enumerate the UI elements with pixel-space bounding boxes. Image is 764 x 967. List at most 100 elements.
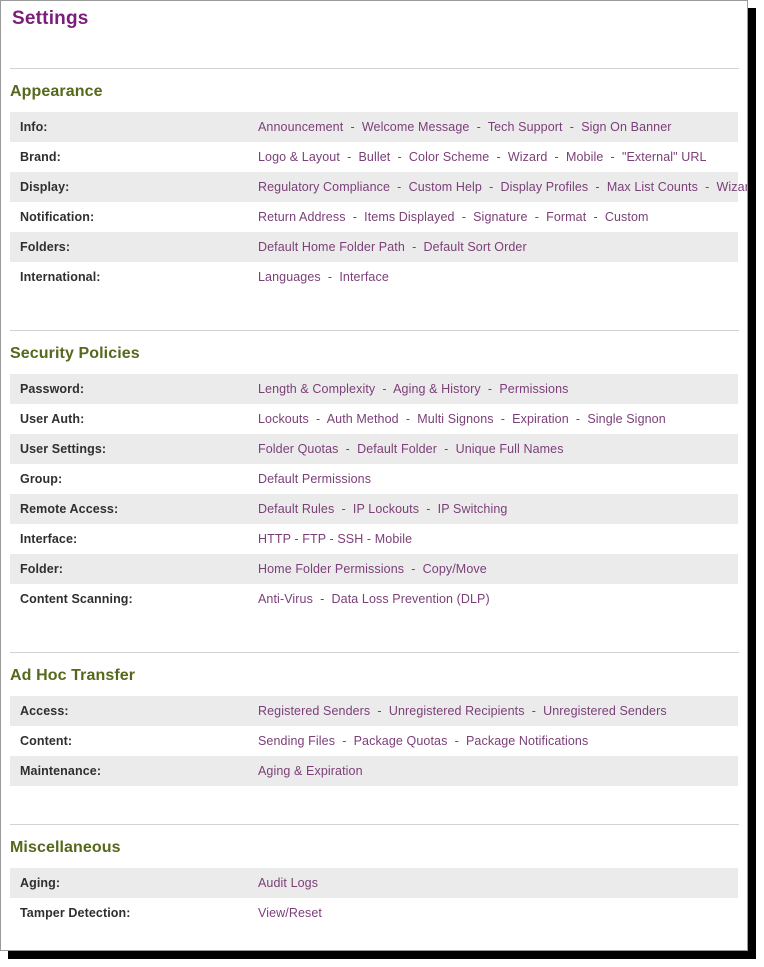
settings-link[interactable]: Sign On Banner (581, 120, 671, 134)
settings-link[interactable]: Signature (473, 210, 527, 224)
settings-link[interactable]: Custom Help (409, 180, 482, 194)
link-separator: - (325, 532, 338, 546)
settings-link[interactable]: Package Notifications (466, 734, 588, 748)
link-separator: - (320, 270, 340, 284)
settings-row-label: Access: (20, 704, 69, 718)
settings-row-label: Brand: (20, 150, 61, 164)
settings-link[interactable]: Home Folder Permissions (258, 562, 404, 576)
settings-link[interactable]: Format (546, 210, 586, 224)
settings-row: Folders: Default Home Folder Path - Defau… (10, 232, 738, 262)
settings-link[interactable]: Length & Complexity (258, 382, 375, 396)
settings-row: Tamper Detection: View/Reset (10, 898, 738, 928)
settings-link[interactable]: Registered Senders (258, 704, 370, 718)
link-separator: - (390, 180, 409, 194)
settings-row-links: Audit Logs (258, 876, 738, 890)
settings-link[interactable]: Auth Method (327, 412, 399, 426)
settings-row-label: Maintenance: (20, 764, 102, 778)
link-separator: - (568, 412, 588, 426)
settings-link[interactable]: Folder Quotas (258, 442, 339, 456)
settings-row-label: Folder: (20, 562, 64, 576)
link-separator: - (370, 704, 389, 718)
settings-row-label: International: (20, 270, 101, 284)
settings-link[interactable]: Expiration (512, 412, 569, 426)
settings-link[interactable]: IP Lockouts (353, 502, 419, 516)
settings-link[interactable]: Default Permissions (258, 472, 371, 486)
settings-link[interactable]: Regulatory Compliance (258, 180, 390, 194)
settings-link[interactable]: Unique Full Names (456, 442, 564, 456)
settings-row: Notification: Return Address - Items Disp… (10, 202, 738, 232)
settings-row: Password: Length & Complexity - Aging & H… (10, 374, 738, 404)
settings-link[interactable]: Unregistered Recipients (389, 704, 525, 718)
settings-row-label: User Settings: (20, 442, 107, 456)
settings-link[interactable]: Bullet (358, 150, 390, 164)
settings-link[interactable]: IP Switching (438, 502, 508, 516)
settings-link[interactable]: FTP (302, 532, 326, 546)
settings-row: Folder: Home Folder Permissions - Copy/Mo… (10, 554, 738, 584)
settings-link[interactable]: Permissions (499, 382, 568, 396)
settings-link[interactable]: SSH (337, 532, 363, 546)
settings-link[interactable]: "External" URL (622, 150, 707, 164)
settings-row: Maintenance: Aging & Expiration (10, 756, 738, 786)
settings-link[interactable]: Unregistered Senders (543, 704, 667, 718)
settings-link[interactable]: Items Displayed (364, 210, 454, 224)
settings-link[interactable]: Data Loss Prevention (DLP) (332, 592, 490, 606)
settings-link[interactable]: HTTP (258, 532, 291, 546)
settings-link[interactable]: Multi Signons (417, 412, 493, 426)
settings-row: Content: Sending Files - Package Quotas -… (10, 726, 738, 756)
section-heading: Appearance (10, 83, 103, 100)
link-separator: - (588, 180, 607, 194)
title-spacer (1, 31, 747, 68)
settings-link[interactable]: Default Folder (357, 442, 437, 456)
settings-link[interactable]: Interface (339, 270, 389, 284)
settings-row-links: Regulatory Compliance - Custom Help - Di… (258, 180, 747, 194)
settings-link[interactable]: Aging & History (393, 382, 481, 396)
settings-link[interactable]: Color Scheme (409, 150, 489, 164)
settings-link[interactable]: Sending Files (258, 734, 335, 748)
settings-link[interactable]: Default Sort Order (423, 240, 526, 254)
settings-link[interactable]: Logo & Layout (258, 150, 340, 164)
settings-row-links: Anti-Virus - Data Loss Prevention (DLP) (258, 592, 738, 606)
settings-link[interactable]: Anti-Virus (258, 592, 313, 606)
settings-link[interactable]: Lockouts (258, 412, 309, 426)
settings-link[interactable]: Audit Logs (258, 876, 318, 890)
link-separator: - (343, 120, 362, 134)
settings-link[interactable]: Wizard (508, 150, 548, 164)
settings-row: User Settings: Folder Quotas - Default Fo… (10, 434, 738, 464)
settings-link[interactable]: Tech Support (488, 120, 563, 134)
link-separator: - (489, 150, 508, 164)
settings-row-label: Content Scanning: (20, 592, 133, 606)
settings-link[interactable]: Languages (258, 270, 321, 284)
settings-link[interactable]: Wizard (717, 180, 747, 194)
settings-row-links: Languages - Interface (258, 270, 738, 284)
section-heading: Miscellaneous (10, 839, 121, 856)
link-separator: - (419, 502, 438, 516)
settings-link[interactable]: Default Rules (258, 502, 334, 516)
section-heading: Ad Hoc Transfer (10, 667, 136, 684)
settings-link[interactable]: Display Profiles (501, 180, 589, 194)
link-separator: - (586, 210, 605, 224)
page-title: Settings (12, 8, 89, 29)
settings-link[interactable]: Return Address (258, 210, 346, 224)
section-rows: Access: Registered Senders - Unregistered… (10, 696, 738, 786)
settings-link[interactable]: View/Reset (258, 906, 322, 920)
settings-link[interactable]: Aging & Expiration (258, 764, 363, 778)
link-separator: - (469, 120, 488, 134)
settings-row: Group: Default Permissions (10, 464, 738, 494)
settings-row-label: Aging: (20, 876, 61, 890)
settings-row-links: Default Home Folder Path - Default Sort … (258, 240, 738, 254)
settings-link[interactable]: Mobile (375, 532, 412, 546)
settings-link[interactable]: Max List Counts (607, 180, 698, 194)
settings-row: Info: Announcement - Welcome Message - Te… (10, 112, 738, 142)
settings-link[interactable]: Welcome Message (362, 120, 470, 134)
settings-link[interactable]: Default Home Folder Path (258, 240, 405, 254)
settings-link[interactable]: Package Quotas (354, 734, 448, 748)
settings-link[interactable]: Custom (605, 210, 649, 224)
settings-link[interactable]: Mobile (566, 150, 603, 164)
settings-row-links: Length & Complexity - Aging & History - … (258, 382, 738, 396)
settings-link[interactable]: Announcement (258, 120, 343, 134)
settings-row-links: View/Reset (258, 906, 738, 920)
settings-link[interactable]: Copy/Move (423, 562, 487, 576)
settings-link[interactable]: Single Signon (587, 412, 665, 426)
